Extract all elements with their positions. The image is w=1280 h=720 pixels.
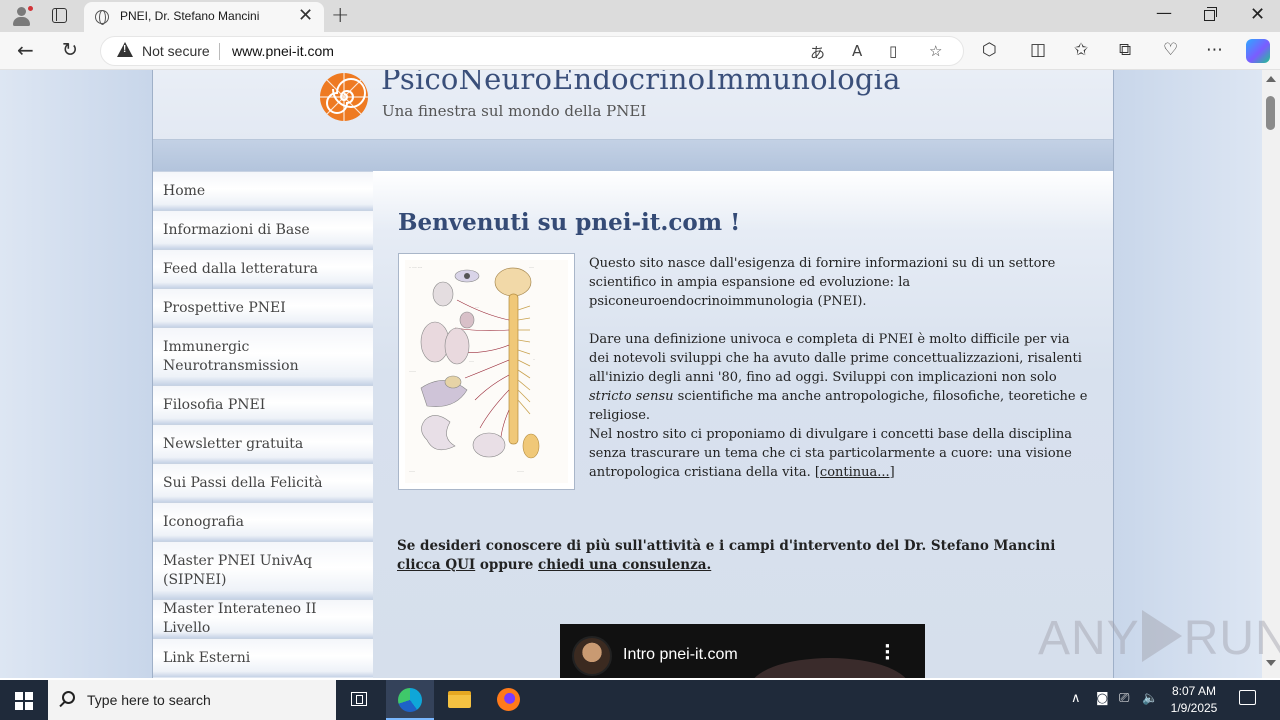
profile-icon[interactable] bbox=[10, 5, 34, 27]
contact-text-mid: oppure bbox=[475, 557, 539, 573]
split-screen-icon[interactable]: ◫ bbox=[1030, 40, 1046, 60]
site-title: PsicoNeuroEndocrinoImmunologia bbox=[381, 70, 901, 96]
immersive-reader-icon[interactable]: ▯ bbox=[889, 42, 897, 60]
browser-tab-active[interactable]: PNEI, Dr. Stefano Mancini ✕ bbox=[84, 2, 324, 32]
clock-time: 8:07 AM bbox=[1171, 684, 1217, 698]
svg-text:.....: ..... bbox=[529, 265, 534, 269]
channel-avatar[interactable] bbox=[572, 636, 612, 676]
sidebar-item-iconografia[interactable]: Iconografia bbox=[153, 502, 373, 541]
network-icon[interactable]: ⎚ bbox=[1119, 691, 1129, 706]
tab-title: PNEI, Dr. Stefano Mancini bbox=[120, 9, 260, 23]
contact-text-pre: Se desideri conoscere di più sull'attivi… bbox=[397, 538, 1056, 554]
svg-text:..: .. bbox=[533, 357, 535, 361]
sidebar-item-immunergic-neurotransmission[interactable]: Immunergic Neurotransmission bbox=[153, 327, 373, 385]
collections-icon[interactable]: ⧉ bbox=[1119, 40, 1131, 60]
sidebar-item-newsletter[interactable]: Newsletter gratuita bbox=[153, 424, 373, 463]
more-menu-icon[interactable]: ⋯ bbox=[1206, 40, 1223, 60]
sidebar-item-master-interateneo[interactable]: Master Interateneo II Livello bbox=[153, 599, 373, 638]
file-explorer-icon[interactable] bbox=[436, 680, 484, 720]
scroll-up-icon[interactable] bbox=[1266, 76, 1276, 82]
watermark: ANY RUN bbox=[1038, 610, 1280, 665]
sidebar-menu: Home Informazioni di Base Feed dalla let… bbox=[153, 171, 373, 677]
nautilus-logo-icon bbox=[320, 73, 368, 121]
intro-paragraph-1: Questo sito nasce dall'esigenza di forni… bbox=[589, 256, 1056, 309]
welcome-heading: Benvenuti su pnei-it.com ! bbox=[398, 209, 741, 236]
window-close-icon[interactable]: ✕ bbox=[1250, 4, 1265, 25]
url-text[interactable]: www.pnei-it.com bbox=[232, 43, 334, 59]
svg-text:......: ...... bbox=[409, 469, 415, 473]
minimize-icon[interactable]: — bbox=[1156, 3, 1172, 22]
back-icon[interactable]: ← bbox=[17, 39, 34, 61]
web-page: PsicoNeuroEndocrinoImmunologia Una fines… bbox=[0, 70, 1262, 678]
notifications-icon[interactable] bbox=[1239, 690, 1256, 705]
extensions-icon[interactable]: ⬡ bbox=[982, 40, 997, 60]
play-triangle-icon bbox=[1141, 610, 1182, 662]
translate-icon[interactable]: あ bbox=[810, 42, 825, 63]
warning-icon[interactable] bbox=[117, 42, 133, 57]
sidebar-item-master-univaq[interactable]: Master PNEI UnivAq (SIPNEI) bbox=[153, 541, 373, 599]
consultation-link[interactable]: chiedi una consulenza. bbox=[538, 557, 711, 573]
meet-now-icon[interactable]: ◙ bbox=[1096, 691, 1109, 706]
favorites-icon[interactable]: ✩ bbox=[1074, 40, 1088, 60]
browser-tab-bar: PNEI, Dr. Stefano Mancini ✕ + — ✕ bbox=[0, 0, 1280, 32]
show-hidden-icons-icon[interactable]: ∧ bbox=[1071, 691, 1081, 706]
windows-taskbar: Type here to search ∧ ◙ ⎚ 🔈 8:07 AM 1/9/… bbox=[0, 680, 1280, 720]
globe-icon bbox=[95, 10, 109, 25]
svg-text:.......: ....... bbox=[409, 369, 416, 373]
video-embed[interactable]: Intro pnei-it.com · · · bbox=[560, 624, 925, 678]
site-container: PsicoNeuroEndocrinoImmunologia Una fines… bbox=[152, 70, 1114, 678]
video-title[interactable]: Intro pnei-it.com bbox=[623, 646, 738, 664]
para2-text-a: Dare una definizione univoca e completa … bbox=[589, 332, 1082, 385]
security-label[interactable]: Not secure bbox=[142, 43, 210, 59]
browser-toolbar: ← ↻ Not secure www.pnei-it.com あ A ▯ ☆ ⬡… bbox=[0, 32, 1280, 70]
svg-text:.......: ....... bbox=[517, 469, 524, 473]
taskbar-clock[interactable]: 8:07 AM 1/9/2025 bbox=[1164, 683, 1224, 717]
address-bar[interactable]: Not secure www.pnei-it.com あ A ▯ ☆ bbox=[100, 36, 964, 66]
scrollbar-thumb[interactable] bbox=[1266, 96, 1275, 130]
browser-essentials-icon[interactable]: ♡ bbox=[1163, 40, 1178, 60]
svg-text:....: .... bbox=[475, 305, 479, 309]
click-here-link[interactable]: clicca QUI bbox=[397, 557, 475, 573]
svg-text:.. ..... .....: .. ..... ..... bbox=[409, 265, 422, 269]
taskbar-search-box[interactable]: Type here to search bbox=[48, 680, 336, 720]
intro-paragraph-3: Nel nostro sito ci proponiamo di divulga… bbox=[589, 425, 1089, 482]
para2-emphasis: stricto sensu bbox=[589, 389, 674, 404]
read-aloud-icon[interactable]: A bbox=[852, 42, 862, 60]
copilot-icon[interactable] bbox=[1246, 39, 1270, 63]
intro-paragraph-2: Dare una definizione univoca e completa … bbox=[589, 330, 1089, 425]
volume-icon[interactable]: 🔈 bbox=[1142, 691, 1158, 706]
sidebar-item-passi-felicita[interactable]: Sui Passi della Felicità bbox=[153, 463, 373, 502]
sidebar-item-filosofia-pnei[interactable]: Filosofia PNEI bbox=[153, 385, 373, 424]
task-view-icon[interactable] bbox=[336, 680, 384, 720]
continue-link[interactable]: [continua...] bbox=[815, 465, 895, 480]
site-header: PsicoNeuroEndocrinoImmunologia Una fines… bbox=[153, 70, 1113, 140]
sidebar-item-home[interactable]: Home bbox=[153, 171, 373, 210]
tab-actions-icon[interactable] bbox=[52, 8, 67, 23]
address-separator bbox=[219, 43, 220, 60]
main-content: Benvenuti su pnei-it.com ! .. ..... ....… bbox=[373, 171, 1113, 678]
sidebar-item-prospettive-pnei[interactable]: Prospettive PNEI bbox=[153, 288, 373, 327]
search-icon bbox=[62, 691, 75, 704]
restore-icon[interactable] bbox=[1204, 6, 1217, 25]
windows-start-icon[interactable] bbox=[15, 692, 33, 710]
reload-icon[interactable]: ↻ bbox=[62, 39, 78, 61]
header-band bbox=[153, 140, 1113, 171]
video-menu-icon[interactable]: · · · bbox=[884, 638, 891, 668]
sidebar-item-link-esterni[interactable]: Link Esterni bbox=[153, 638, 373, 677]
nervous-system-illustration[interactable]: .. ..... .......... ........... ....... … bbox=[398, 253, 575, 490]
edge-browser-icon[interactable] bbox=[386, 680, 434, 720]
tab-close-icon[interactable]: ✕ bbox=[298, 6, 313, 26]
svg-text:.....: ..... bbox=[469, 359, 474, 363]
sidebar-item-feed-letteratura[interactable]: Feed dalla letteratura bbox=[153, 249, 373, 288]
sidebar-item-informazioni-di-base[interactable]: Informazioni di Base bbox=[153, 210, 373, 249]
nervous-system-image: .. ..... .......... ........... ....... … bbox=[405, 260, 568, 483]
taskbar-search-placeholder[interactable]: Type here to search bbox=[87, 692, 211, 708]
clock-date: 1/9/2025 bbox=[1170, 701, 1218, 715]
favorite-star-icon[interactable]: ☆ bbox=[929, 42, 942, 60]
page-scrollbar[interactable] bbox=[1262, 70, 1280, 678]
firefox-icon[interactable] bbox=[484, 680, 532, 720]
site-subtitle: Una finestra sul mondo della PNEI bbox=[382, 102, 647, 120]
contact-paragraph: Se desideri conoscere di più sull'attivi… bbox=[397, 537, 1087, 575]
new-tab-icon[interactable]: + bbox=[331, 3, 349, 28]
